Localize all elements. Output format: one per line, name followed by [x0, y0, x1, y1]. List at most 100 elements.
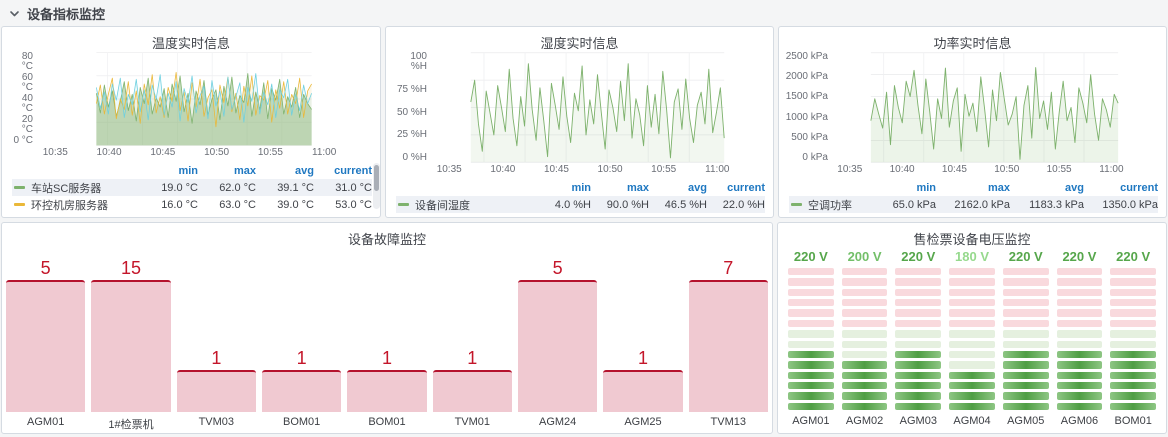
legend-header-max[interactable]: max — [198, 165, 256, 177]
gauge-cell-lit — [1110, 372, 1156, 379]
plot-canvas[interactable] — [833, 52, 1156, 163]
panel-title-voltage[interactable]: 售检票设备电压监控 — [778, 223, 1166, 246]
panel-title-humidity[interactable]: 湿度实时信息 — [386, 27, 773, 50]
gauge-cell-unlit-red — [1003, 299, 1049, 306]
gauge-cell-unlit-green — [1057, 330, 1103, 337]
series-name-label: 环控机房服务器 — [31, 197, 108, 213]
panel-faults: 设备故障监控 5151111517 AGM011#检票机TVM03BOM01BO… — [1, 222, 773, 434]
legend-series-name[interactable]: 空调功率 — [789, 197, 862, 213]
fault-bar-value: 7 — [689, 258, 768, 278]
fault-bar[interactable] — [603, 370, 682, 412]
legend-header-avg[interactable]: avg — [649, 182, 707, 194]
voltage-device-label: AGM02 — [842, 410, 888, 429]
y-axis: 2500 kPa2000 kPa1500 kPa1000 kPa500 kPa0… — [785, 52, 833, 163]
x-tick-label: 10:55 — [258, 147, 283, 158]
legend-series-name[interactable]: 设备间湿度 — [396, 197, 533, 213]
panel-title-temperature[interactable]: 温度实时信息 — [2, 27, 380, 50]
fault-bar-chart[interactable]: 5151111517 — [2, 268, 772, 412]
legend-series-row: 空调功率65.0 kPa2162.0 kPa1183.3 kPa1350.0 k… — [789, 196, 1158, 213]
gauge-cell-unlit-red — [895, 268, 941, 275]
legend-scrollbar[interactable] — [373, 163, 380, 209]
y-tick-label: 60 °C — [8, 73, 33, 93]
x-tick-label: 10:50 — [204, 147, 229, 158]
voltage-bar-gauge[interactable]: 220 VAGM01200 VAGM02220 VAGM03180 VAGM04… — [778, 246, 1166, 433]
legend-series-name[interactable]: 车站SC服务器 — [12, 180, 140, 196]
gauge-cell-lit — [1057, 403, 1103, 410]
y-tick-label: 0 kPa — [785, 153, 828, 163]
fault-bar[interactable] — [689, 280, 768, 412]
legend-value-avg: 46.5 %H — [649, 199, 707, 211]
gauge-cell-unlit-green — [1110, 341, 1156, 348]
x-tick-label: 10:55 — [1047, 164, 1072, 175]
section-title[interactable]: 设备指标监控 — [27, 4, 105, 23]
legend-value-min: 16.0 °C — [140, 199, 198, 211]
plot-canvas[interactable] — [432, 52, 763, 163]
gauge-cell-unlit-red — [1057, 289, 1103, 296]
gauge-cell-lit — [1057, 392, 1103, 399]
x-tick-label: 10:40 — [97, 147, 122, 158]
gauge-cell-lit — [1110, 403, 1156, 410]
panel-title-power[interactable]: 功率实时信息 — [779, 27, 1166, 50]
voltage-device-label: AGM04 — [949, 410, 995, 429]
legend-header-avg[interactable]: avg — [256, 165, 314, 177]
gauge-cell-lit — [1110, 351, 1156, 358]
gauge-cell-unlit-green — [1057, 341, 1103, 348]
legend-header-min[interactable]: min — [140, 165, 198, 177]
x-tick-label: 10:45 — [942, 164, 967, 175]
fault-bar[interactable] — [262, 370, 341, 412]
gauge-cell-unlit-red — [949, 268, 995, 275]
legend-header-min[interactable]: min — [862, 182, 936, 194]
humidity-chart[interactable]: 100 %H75 %H50 %H25 %H0 %H — [386, 50, 773, 163]
legend-header-max[interactable]: max — [936, 182, 1010, 194]
fault-bar[interactable] — [6, 280, 85, 412]
fault-bar[interactable] — [347, 370, 426, 412]
fault-bar-label: TVM13 — [689, 412, 768, 433]
fault-bar-value: 5 — [6, 258, 85, 278]
voltage-gauge-column: 220 VAGM05 — [1003, 246, 1049, 429]
fault-bar[interactable] — [433, 370, 512, 412]
gauge-cell-unlit-red — [788, 299, 834, 306]
temperature-chart[interactable]: 80 °C60 °C40 °C20 °C0 °C — [2, 50, 380, 146]
legend-header-current[interactable]: current — [707, 182, 765, 194]
fault-bar[interactable] — [177, 370, 256, 412]
gauge-cell-unlit-red — [788, 268, 834, 275]
power-chart[interactable]: 2500 kPa2000 kPa1500 kPa1000 kPa500 kPa0… — [779, 50, 1166, 163]
x-tick-label: 10:45 — [544, 164, 569, 175]
gauge-cell-unlit-green — [1110, 330, 1156, 337]
gauge-cell-lit — [1057, 372, 1103, 379]
legend-header-max[interactable]: max — [591, 182, 649, 194]
legend-series-name[interactable]: 环控机房服务器 — [12, 197, 140, 213]
legend-header-min[interactable]: min — [533, 182, 591, 194]
gauge-cell-unlit-red — [842, 320, 888, 327]
x-tick-label: 10:55 — [651, 164, 676, 175]
fault-bar-column: 1 — [177, 268, 256, 412]
gauge-cell-unlit-red — [949, 278, 995, 285]
fault-bar-label: TVM03 — [177, 412, 256, 433]
legend-value-avg: 39.1 °C — [256, 182, 314, 194]
fault-bar-column: 1 — [262, 268, 341, 412]
voltage-gauge-cells — [949, 268, 995, 410]
legend-table: minmaxavgcurrent 空调功率65.0 kPa2162.0 kPa11… — [779, 178, 1166, 217]
gauge-cell-lit — [1003, 403, 1049, 410]
gauge-cell-lit — [895, 403, 941, 410]
y-tick-label: 1000 kPa — [785, 113, 828, 123]
legend-header-avg[interactable]: avg — [1010, 182, 1084, 194]
fault-bar-label: TVM01 — [433, 412, 512, 433]
x-axis: 10:3510:4010:4510:5010:5511:00 — [833, 163, 1156, 178]
panel-title-faults[interactable]: 设备故障监控 — [2, 223, 772, 246]
voltage-device-label: AGM01 — [788, 410, 834, 429]
chevron-down-icon[interactable] — [9, 8, 20, 19]
gauge-cell-unlit-red — [788, 289, 834, 296]
series-name-label: 车站SC服务器 — [31, 180, 101, 196]
gauge-cell-unlit-green — [949, 330, 995, 337]
fault-bar[interactable] — [518, 280, 597, 412]
legend-header-current[interactable]: current — [1084, 182, 1158, 194]
plot-canvas[interactable] — [38, 52, 370, 146]
fault-bar[interactable] — [91, 280, 170, 412]
gauge-cell-lit — [842, 361, 888, 368]
fault-bar-value: 1 — [262, 348, 341, 368]
legend-header-current[interactable]: current — [314, 165, 372, 177]
legend-value-current: 22.0 %H — [707, 199, 765, 211]
legend-scrollbar-thumb[interactable] — [374, 165, 379, 191]
x-tick-label: 10:40 — [890, 164, 915, 175]
